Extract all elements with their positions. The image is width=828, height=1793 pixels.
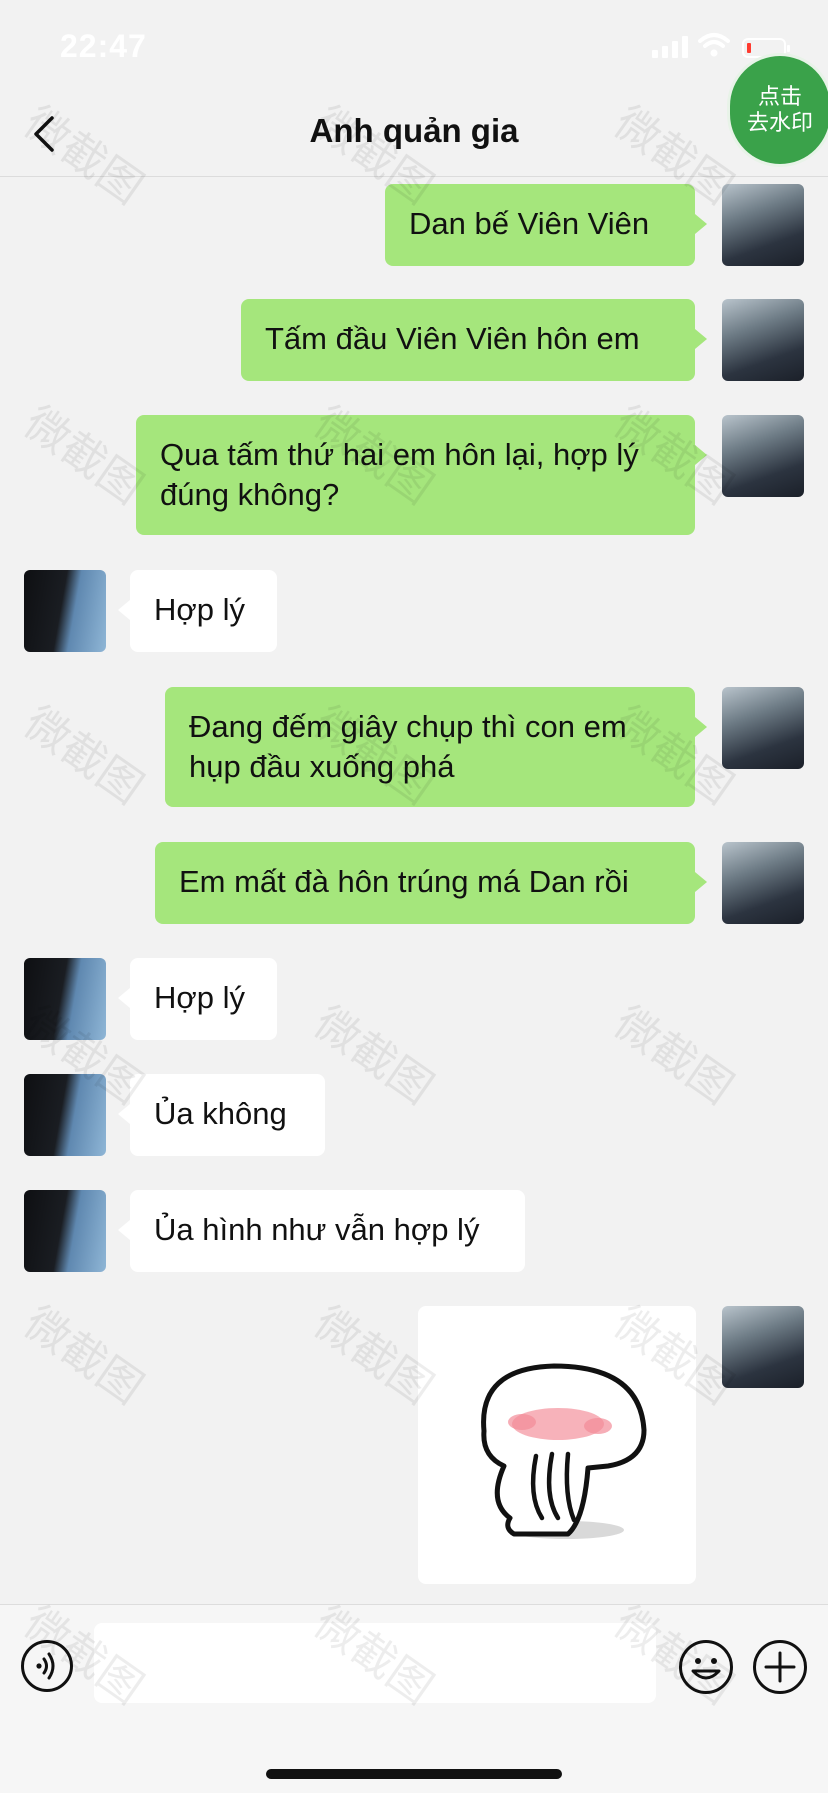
my-message-bubble[interactable]: Qua tấm thứ hai em hôn lại, hợp lý đúng …	[136, 415, 707, 535]
sticker-message[interactable]	[418, 1306, 696, 1584]
cellular-signal-icon	[652, 36, 688, 58]
message-text: Ủa không	[154, 1096, 287, 1131]
message-text: Hợp lý	[154, 592, 245, 627]
status-time: 22:47	[60, 28, 147, 64]
my-message-bubble[interactable]: Dan bế Viên Viên	[385, 184, 707, 266]
plus-icon	[753, 1640, 807, 1694]
message-text: Tấm đầu Viên Viên hôn em	[265, 321, 640, 356]
contact-message-bubble[interactable]: Ủa hình như vẫn hợp lý	[118, 1190, 525, 1272]
contact-avatar[interactable]	[24, 1074, 106, 1156]
message-text: Em mất đà hôn trúng má Dan rồi	[179, 864, 629, 899]
status-bar: 22:47	[0, 0, 828, 90]
blushing-bun-sticker-icon	[481, 1363, 647, 1539]
home-indicator	[266, 1769, 562, 1779]
my-avatar[interactable]	[722, 184, 804, 266]
contact-avatar[interactable]	[24, 570, 106, 652]
my-message-bubble[interactable]: Em mất đà hôn trúng má Dan rồi	[155, 842, 707, 924]
message-input[interactable]	[94, 1623, 656, 1703]
chat-header: Anh quản gia	[0, 90, 828, 177]
message-text: Hợp lý	[154, 980, 245, 1015]
my-avatar[interactable]	[722, 842, 804, 924]
contact-message-bubble[interactable]: Hợp lý	[118, 958, 277, 1040]
my-message-bubble[interactable]: Tấm đầu Viên Viên hôn em	[241, 299, 707, 381]
voice-icon	[21, 1640, 73, 1692]
voice-button[interactable]	[20, 1639, 74, 1693]
message-text: Ủa hình như vẫn hợp lý	[154, 1212, 480, 1247]
chat-title: Anh quản gia	[309, 112, 519, 149]
message-text: Dan bế Viên Viên	[409, 206, 650, 241]
my-avatar[interactable]	[722, 1306, 804, 1388]
contact-message-bubble[interactable]: Ủa không	[118, 1074, 325, 1156]
remove-watermark-button[interactable]: 点击 去水印	[730, 56, 828, 164]
message-text: Qua tấm thứ hai em hôn lại, hợp lý đúng …	[160, 437, 639, 512]
message-input-bar	[0, 1604, 828, 1793]
emoji-icon	[679, 1640, 733, 1694]
contact-message-bubble[interactable]: Hợp lý	[118, 570, 277, 652]
contact-avatar[interactable]	[24, 1190, 106, 1272]
my-avatar[interactable]	[722, 299, 804, 381]
remove-watermark-label-1: 点击	[757, 84, 802, 109]
my-avatar[interactable]	[722, 687, 804, 769]
emoji-button[interactable]	[678, 1639, 734, 1695]
my-message-bubble[interactable]: Đang đếm giây chụp thì con em hụp đầu xu…	[165, 687, 707, 807]
battery-icon	[742, 38, 790, 58]
wifi-icon	[698, 33, 730, 57]
remove-watermark-label-2: 去水印	[746, 110, 813, 135]
more-options-button[interactable]	[752, 1639, 808, 1695]
my-avatar[interactable]	[722, 415, 804, 497]
message-text: Đang đếm giây chụp thì con em hụp đầu xu…	[189, 709, 627, 784]
contact-avatar[interactable]	[24, 958, 106, 1040]
chat-message-list[interactable]: Dan bế Viên Viên Tấm đầu Viên Viên hôn e…	[0, 176, 828, 1600]
